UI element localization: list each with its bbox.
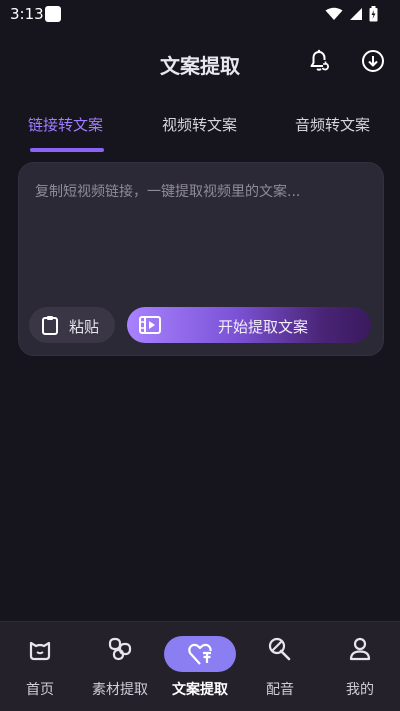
- link-input-card: 粘贴 开始提取文案: [18, 162, 384, 356]
- home-icon: [29, 641, 51, 661]
- paste-label: 粘贴: [69, 318, 100, 336]
- tab-video-to-text[interactable]: 视频转文案: [162, 114, 237, 135]
- download-button[interactable]: [360, 48, 386, 74]
- text-extract-icon: [188, 643, 212, 665]
- nav-text-extract[interactable]: 文案提取: [160, 622, 240, 711]
- nav-dubbing[interactable]: 配音: [240, 622, 320, 711]
- nav-material-extract-label: 素材提取: [92, 682, 148, 698]
- dubbing-icon: [268, 637, 291, 661]
- paste-button[interactable]: 粘贴: [29, 307, 115, 343]
- tab-audio-to-text[interactable]: 音频转文案: [295, 114, 370, 135]
- page-title: 文案提取: [160, 54, 240, 78]
- wifi-icon: [325, 7, 343, 20]
- nav-profile-label: 我的: [346, 682, 374, 698]
- tab-bar: 链接转文案 视频转文案 音频转文案: [0, 104, 400, 154]
- nav-profile[interactable]: 我的: [320, 622, 400, 711]
- tab-link-to-text[interactable]: 链接转文案: [28, 114, 103, 135]
- start-extract-button[interactable]: 开始提取文案: [127, 307, 371, 343]
- status-time: 3:13: [10, 5, 44, 23]
- link-input[interactable]: [35, 181, 365, 291]
- bottom-nav: 首页 素材提取 文案提取 配音 我的: [0, 621, 400, 711]
- download-icon: [362, 50, 384, 72]
- nav-dubbing-label: 配音: [266, 682, 294, 698]
- status-icons: [325, 6, 378, 22]
- app-header: 文案提取: [0, 40, 400, 84]
- notification-icon: [45, 6, 61, 22]
- battery-icon: [369, 6, 378, 22]
- tab-indicator: [30, 148, 104, 152]
- nav-material-extract[interactable]: 素材提取: [80, 622, 160, 711]
- nav-home-label: 首页: [26, 682, 54, 698]
- material-icon: [108, 637, 132, 661]
- start-extract-label: 开始提取文案: [217, 318, 308, 336]
- bell-icon: [310, 49, 329, 71]
- nav-text-extract-label: 文案提取: [172, 682, 228, 698]
- clipboard-icon: [42, 316, 58, 335]
- notification-button[interactable]: [306, 48, 332, 74]
- status-bar: 3:13: [0, 0, 400, 28]
- nav-home[interactable]: 首页: [0, 622, 80, 711]
- profile-icon: [349, 637, 371, 661]
- signal-icon: [350, 8, 362, 20]
